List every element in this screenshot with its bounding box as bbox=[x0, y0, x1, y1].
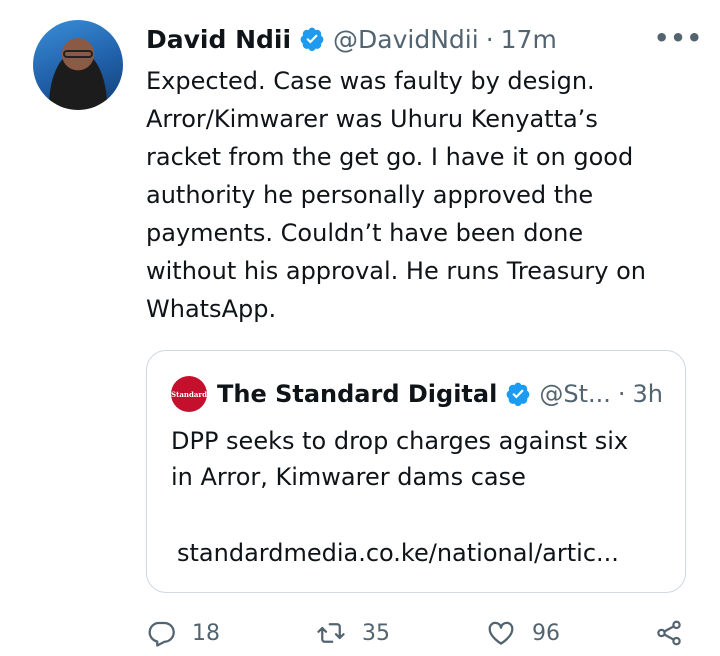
share-button[interactable] bbox=[654, 618, 684, 648]
action-bar: 18 35 96 bbox=[146, 618, 706, 656]
like-icon bbox=[488, 621, 514, 645]
quote-author-handle: @St... bbox=[539, 380, 611, 408]
timestamp[interactable]: 17m bbox=[501, 25, 557, 54]
author-name[interactable]: David Ndii bbox=[146, 25, 291, 54]
quote-text: DPP seeks to drop charges against six in… bbox=[171, 427, 629, 491]
retweet-count: 35 bbox=[362, 620, 390, 646]
tweet-text: Expected. Case was faulty by design. Arr… bbox=[146, 67, 647, 323]
separator-dot: · bbox=[617, 380, 626, 408]
author-handle[interactable]: @DavidNdii bbox=[333, 25, 479, 54]
verified-badge-icon bbox=[506, 382, 530, 407]
quoted-tweet[interactable]: Standard The Standard Digital @St... · 3… bbox=[146, 350, 686, 593]
reply-icon bbox=[148, 621, 175, 647]
avatar[interactable] bbox=[33, 20, 123, 110]
quote-author-name: The Standard Digital bbox=[217, 380, 498, 408]
quote-header: The Standard Digital @St... · 3h bbox=[217, 376, 663, 412]
quote-link[interactable]: standardmedia.co.ke/national/artic... bbox=[177, 539, 619, 567]
like-button[interactable]: 96 bbox=[486, 618, 560, 648]
reply-button[interactable]: 18 bbox=[146, 618, 220, 648]
quote-timestamp: 3h bbox=[632, 380, 663, 408]
more-icon[interactable]: ••• bbox=[654, 26, 703, 50]
like-count: 96 bbox=[532, 620, 560, 646]
retweet-button[interactable]: 35 bbox=[316, 618, 390, 648]
retweet-icon bbox=[317, 623, 345, 643]
quote-avatar-logo-text: Standard bbox=[171, 389, 207, 399]
separator-dot: · bbox=[485, 24, 494, 54]
reply-count: 18 bbox=[192, 620, 220, 646]
quote-avatar[interactable]: Standard bbox=[171, 376, 207, 412]
tweet-header: David Ndii @DavidNdii · 17m bbox=[146, 22, 686, 56]
avatar-glasses bbox=[63, 50, 93, 58]
verified-badge-icon bbox=[300, 27, 324, 52]
share-icon bbox=[657, 620, 681, 646]
